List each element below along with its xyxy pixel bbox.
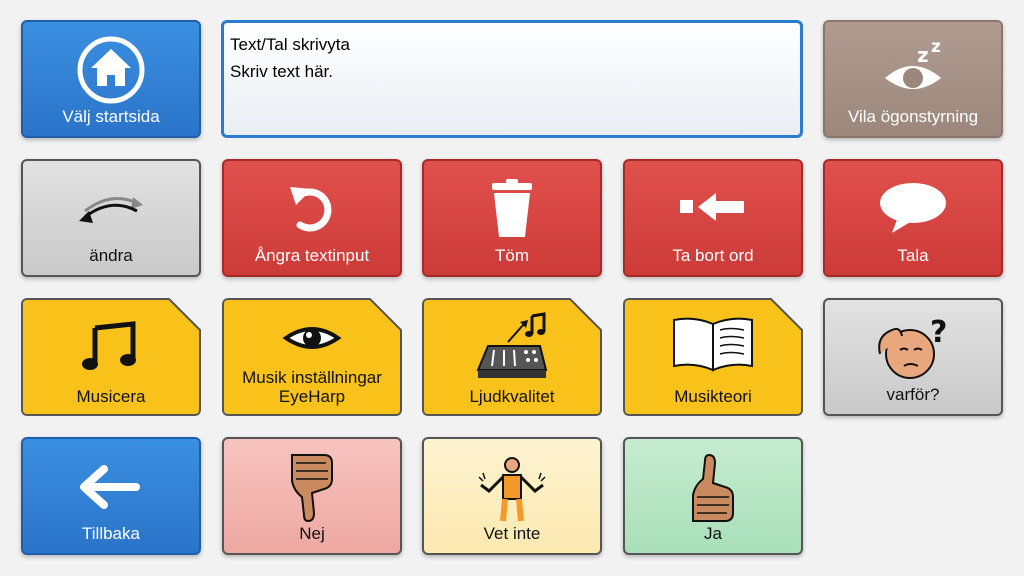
svg-text:?: ? xyxy=(930,315,947,350)
undo-text-input-label: Ångra textinput xyxy=(254,246,370,265)
mixer-icon xyxy=(476,312,548,378)
no-button[interactable]: Nej xyxy=(222,437,402,555)
rest-eye-control-label: Vila ögonstyrning xyxy=(847,107,979,126)
music-settings-label: Musik inställningar EyeHarp xyxy=(242,368,382,406)
speech-bubble-icon xyxy=(880,183,946,233)
sound-quality-folder[interactable]: Ljudkvalitet xyxy=(422,298,602,416)
text-area-title: Text/Tal skrivyta xyxy=(230,35,350,54)
thumbs-up-icon xyxy=(692,453,734,522)
yes-button[interactable]: Ja xyxy=(623,437,803,555)
make-music-label: Musicera xyxy=(76,387,146,406)
undo-text-input-button[interactable]: Ångra textinput xyxy=(222,159,402,277)
dont-know-label: Vet inte xyxy=(483,524,541,543)
music-theory-folder[interactable]: Musikteori xyxy=(623,298,803,416)
music-theory-label: Musikteori xyxy=(674,387,752,406)
change-label: ändra xyxy=(89,246,133,265)
swap-arrows-icon xyxy=(79,197,143,223)
make-music-folder[interactable]: Musicera xyxy=(21,298,201,416)
arrow-left-icon xyxy=(80,465,140,509)
speak-label: Tala xyxy=(897,246,929,265)
thumbs-down-icon xyxy=(291,454,333,523)
why-button[interactable]: ? varför? xyxy=(823,298,1003,416)
text-area-placeholder: Skriv text här. xyxy=(230,62,333,81)
clear-button[interactable]: Töm xyxy=(422,159,602,277)
yes-label: Ja xyxy=(704,524,722,543)
trash-icon xyxy=(492,179,532,237)
clear-label: Töm xyxy=(495,246,529,265)
svg-text:z: z xyxy=(917,43,929,67)
delete-word-arrow-icon xyxy=(680,193,744,221)
sleeping-eye-icon: z z xyxy=(885,37,941,89)
sound-quality-label: Ljudkvalitet xyxy=(469,387,555,406)
back-button[interactable]: Tillbaka xyxy=(21,437,201,555)
home-page-label: Välj startsida xyxy=(62,107,160,126)
thinking-person-icon: ? xyxy=(878,315,947,379)
delete-word-label: Ta bort ord xyxy=(672,246,754,265)
home-icon xyxy=(77,36,145,104)
back-label: Tillbaka xyxy=(82,524,140,543)
home-page-button[interactable]: Välj startsida xyxy=(21,20,201,138)
eye-icon xyxy=(282,327,342,349)
text-input-area[interactable]: Text/Tal skrivyta Skriv text här. xyxy=(221,20,803,138)
music-note-icon xyxy=(82,321,136,370)
no-label: Nej xyxy=(299,524,325,543)
change-button[interactable]: ändra xyxy=(21,159,201,277)
undo-icon xyxy=(290,187,332,232)
delete-word-button[interactable]: Ta bort ord xyxy=(623,159,803,277)
svg-text:z: z xyxy=(931,37,941,57)
music-settings-folder[interactable]: Musik inställningar EyeHarp xyxy=(222,298,402,416)
why-label: varför? xyxy=(886,385,940,404)
rest-eye-control-button[interactable]: z z Vila ögonstyrning xyxy=(823,20,1003,138)
shrugging-person-icon xyxy=(478,457,546,522)
open-book-icon xyxy=(673,317,753,372)
dont-know-button[interactable]: Vet inte xyxy=(422,437,602,555)
speak-button[interactable]: Tala xyxy=(823,159,1003,277)
